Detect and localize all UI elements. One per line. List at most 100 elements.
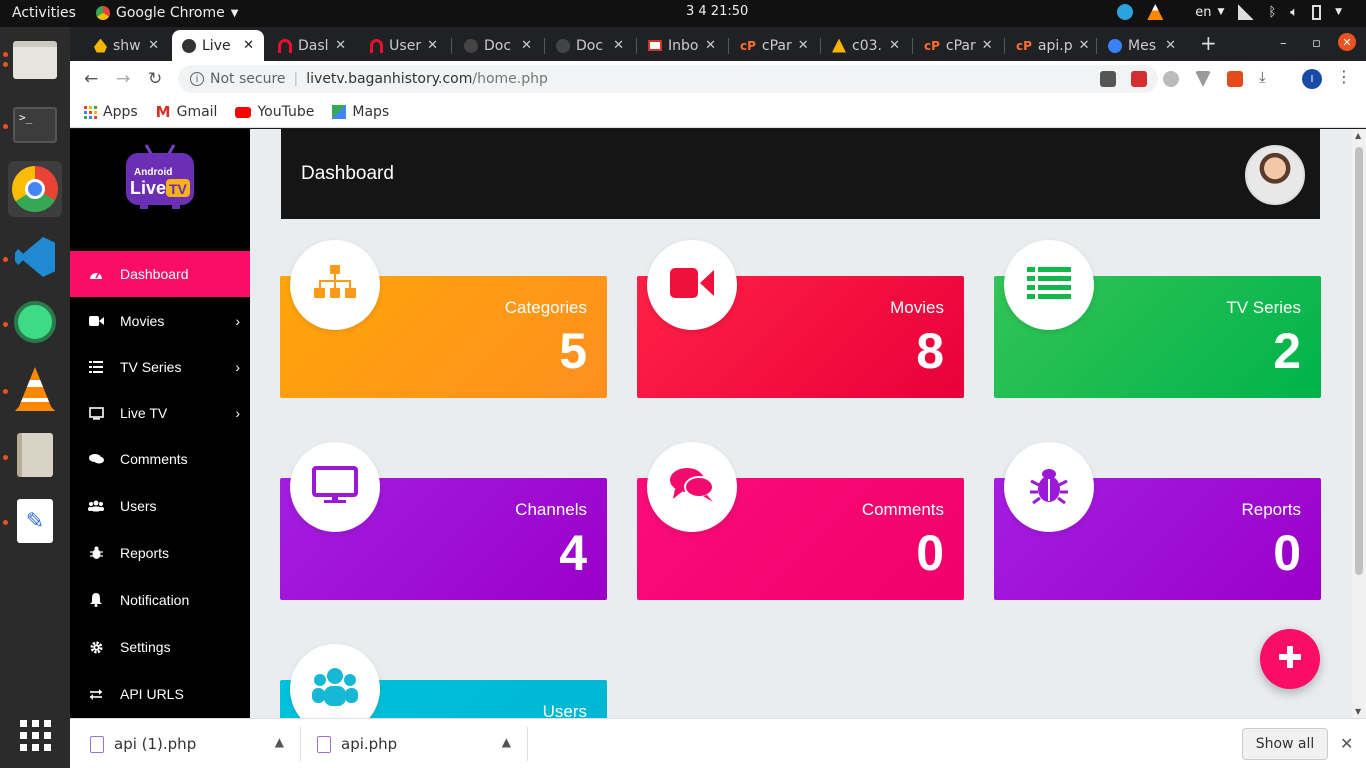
- close-tab-icon[interactable]: ✕: [521, 38, 532, 53]
- sidebar-item-api-urls[interactable]: API URLS: [70, 671, 250, 717]
- download-separator: [527, 727, 528, 761]
- android-studio-dock-icon[interactable]: [8, 294, 62, 350]
- sidebar-item-live-tv[interactable]: Live TV ›: [70, 390, 250, 436]
- sidebar-item-label: Comments: [120, 451, 188, 467]
- bluetooth-icon[interactable]: ᛒ: [1268, 5, 1276, 20]
- browser-tab[interactable]: Doc ✕: [454, 30, 542, 61]
- stat-card-reports[interactable]: Reports 0: [994, 442, 1321, 600]
- maximize-window-icon[interactable]: ▫: [1312, 36, 1321, 51]
- address-bar[interactable]: i Not secure | livetv.baganhistory.com /…: [178, 65, 1158, 93]
- sidebar-item-dashboard[interactable]: Dashboard: [70, 251, 250, 297]
- close-tab-icon[interactable]: ✕: [613, 38, 624, 53]
- extension-icon[interactable]: [1163, 71, 1179, 87]
- bookmark-youtube[interactable]: YouTube: [235, 104, 314, 120]
- extension-icon[interactable]: [1227, 71, 1243, 87]
- sidebar-item-users[interactable]: Users: [70, 483, 250, 529]
- browser-tab-strip: shw ✕ Live ✕ Dasl ✕ User ✕ Doc ✕ Doc ✕ I…: [70, 27, 1366, 61]
- sidebar-item-settings[interactable]: Settings: [70, 624, 250, 670]
- back-arrow-icon[interactable]: ←: [84, 69, 98, 89]
- network-icon[interactable]: [1238, 4, 1255, 20]
- stat-card-tv-series[interactable]: TV Series 2: [994, 240, 1321, 398]
- profile-avatar-icon[interactable]: I: [1302, 69, 1322, 89]
- close-tab-icon[interactable]: ✕: [1079, 38, 1090, 53]
- close-tab-icon[interactable]: ✕: [243, 38, 254, 53]
- close-window-icon[interactable]: ✕: [1338, 33, 1356, 51]
- browser-tab-active[interactable]: Live ✕: [172, 30, 264, 61]
- forward-arrow-icon[interactable]: →: [116, 69, 130, 89]
- browser-tab[interactable]: cP cPar ✕: [730, 30, 818, 61]
- chevron-up-icon[interactable]: ▲: [275, 735, 284, 749]
- sidebar-item-reports[interactable]: Reports: [70, 530, 250, 576]
- scroll-up-icon[interactable]: ▲: [1355, 131, 1361, 140]
- browser-tab[interactable]: c03. ✕: [822, 30, 910, 61]
- sidebar-item-movies[interactable]: Movies ›: [70, 298, 250, 344]
- terminal-dock-icon[interactable]: >_: [8, 97, 62, 153]
- download-item[interactable]: api (1).php ▲: [90, 719, 284, 768]
- show-applications-icon[interactable]: [8, 707, 62, 763]
- volume-icon[interactable]: 🔈︎: [1290, 5, 1298, 20]
- extension-icon[interactable]: [1131, 71, 1147, 87]
- minimize-window-icon[interactable]: –: [1280, 36, 1287, 51]
- browser-tab[interactable]: Doc ✕: [546, 30, 634, 61]
- reload-icon[interactable]: ↻: [148, 69, 162, 89]
- sidebar-item-label: Notification: [120, 592, 190, 608]
- close-tab-icon[interactable]: ✕: [335, 38, 346, 53]
- browser-tab[interactable]: cP cPar ✕: [914, 30, 1002, 61]
- tab-separator: [728, 38, 729, 54]
- extension-icon[interactable]: [1195, 71, 1211, 87]
- browser-tab[interactable]: cP api.p ✕: [1006, 30, 1094, 61]
- stat-card-movies[interactable]: Movies 8: [637, 240, 964, 398]
- browser-tab[interactable]: Inbo ✕: [638, 30, 726, 61]
- sidebar-item-comments[interactable]: Comments: [70, 436, 250, 482]
- close-tab-icon[interactable]: ✕: [705, 38, 716, 53]
- download-icon[interactable]: ⤓: [1259, 68, 1275, 86]
- close-tab-icon[interactable]: ✕: [148, 38, 159, 53]
- extension-icon[interactable]: [1100, 71, 1116, 87]
- close-tab-icon[interactable]: ✕: [889, 38, 900, 53]
- scrollbar-thumb[interactable]: [1355, 147, 1363, 575]
- stat-card-channels[interactable]: Channels 4: [280, 442, 607, 600]
- menu-kebab-icon[interactable]: ⋮: [1336, 67, 1352, 86]
- files-dock-icon[interactable]: [8, 32, 62, 88]
- caret-down-icon[interactable]: ▼: [1335, 7, 1342, 17]
- stat-card-comments[interactable]: Comments 0: [637, 442, 964, 600]
- download-item[interactable]: api.php ▲: [317, 719, 511, 768]
- close-tab-icon[interactable]: ✕: [798, 38, 809, 53]
- browser-tab[interactable]: Dasl ✕: [268, 30, 356, 61]
- new-tab-button[interactable]: +: [1200, 31, 1217, 55]
- app-menu[interactable]: Google Chrome ▼: [96, 5, 238, 21]
- bookmark-apps[interactable]: Apps: [84, 104, 138, 120]
- floating-add-button[interactable]: [1260, 629, 1320, 689]
- browser-tab[interactable]: shw ✕: [84, 30, 169, 61]
- stat-card-categories[interactable]: Categories 5: [280, 240, 607, 398]
- info-icon[interactable]: i: [190, 72, 204, 86]
- sidebar-item-tv-series[interactable]: TV Series ›: [70, 344, 250, 390]
- bookmark-gmail[interactable]: M Gmail: [156, 103, 218, 121]
- page-scrollbar[interactable]: ▲ ▼: [1352, 129, 1366, 718]
- clock[interactable]: 3 4 21:50: [686, 4, 748, 19]
- scroll-down-icon[interactable]: ▼: [1355, 707, 1361, 716]
- vscode-dock-icon[interactable]: [8, 229, 62, 285]
- browser-tab[interactable]: User ✕: [360, 30, 448, 61]
- language-indicator[interactable]: en: [1195, 5, 1211, 20]
- show-all-downloads-button[interactable]: Show all: [1242, 728, 1328, 760]
- sidebar-item-notification[interactable]: Notification: [70, 577, 250, 623]
- chevron-up-icon[interactable]: ▲: [502, 735, 511, 749]
- telegram-icon[interactable]: [1117, 4, 1134, 20]
- chrome-dock-icon[interactable]: [8, 161, 62, 217]
- close-tab-icon[interactable]: ✕: [1165, 38, 1176, 53]
- vlc-dock-icon[interactable]: [8, 361, 62, 417]
- bookmark-maps[interactable]: Maps: [332, 104, 389, 120]
- archive-manager-dock-icon[interactable]: [8, 427, 62, 483]
- battery-icon[interactable]: [1312, 4, 1322, 20]
- close-downloads-icon[interactable]: ✕: [1340, 734, 1353, 753]
- user-avatar[interactable]: [1245, 145, 1305, 205]
- close-tab-icon[interactable]: ✕: [982, 38, 993, 53]
- stat-card-users[interactable]: Users: [280, 644, 607, 718]
- browser-tab[interactable]: Mes ✕: [1098, 30, 1186, 61]
- text-editor-dock-icon[interactable]: ✎: [8, 493, 62, 549]
- vlc-tray-icon[interactable]: [1147, 4, 1164, 20]
- activities-button[interactable]: Activities: [12, 5, 76, 21]
- close-tab-icon[interactable]: ✕: [427, 38, 438, 53]
- logo-text-line2: Live: [130, 178, 166, 198]
